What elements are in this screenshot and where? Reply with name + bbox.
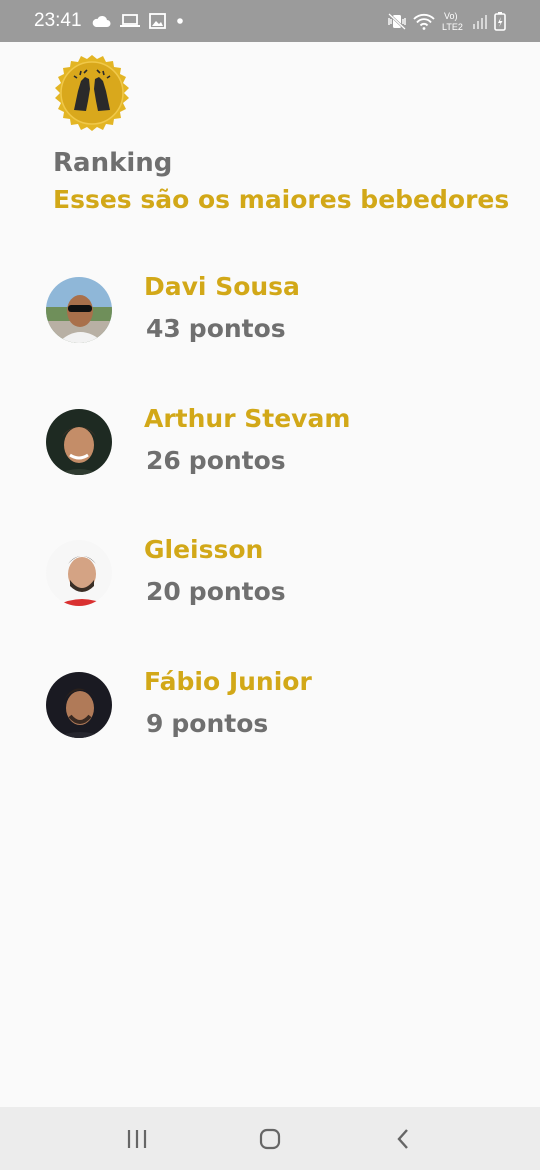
cloud-icon <box>91 14 111 28</box>
home-icon[interactable] <box>250 1119 290 1159</box>
signal-icon <box>473 13 487 30</box>
player-name: Fábio Junior <box>144 666 312 696</box>
image-icon <box>148 13 166 29</box>
svg-text:Vo): Vo) <box>444 11 458 21</box>
points-unit: pontos <box>171 708 269 738</box>
points-unit: pontos <box>188 577 286 606</box>
back-icon[interactable] <box>383 1119 423 1159</box>
player-name: Gleisson <box>144 535 264 564</box>
ranking-list: Davi Sousa 43 pontos Arthur Stevam 26 pont… <box>0 262 540 788</box>
points-unit: pontos <box>188 314 286 343</box>
ranking-item[interactable]: Gleisson 20 pontos <box>0 525 540 657</box>
navigation-bar <box>0 1107 540 1170</box>
recent-apps-icon[interactable] <box>117 1119 157 1159</box>
avatar <box>46 277 112 343</box>
avatar <box>46 408 112 475</box>
laptop-icon <box>119 14 140 28</box>
points-value: 20 <box>146 577 181 606</box>
status-time: 23:41 <box>34 10 82 31</box>
player-points: 43 pontos <box>146 314 286 343</box>
player-name: Davi Sousa <box>144 272 300 301</box>
ranking-item[interactable]: Fábio Junior 9 pontos <box>0 657 540 789</box>
player-name: Arthur Stevam <box>144 403 351 433</box>
ranking-item[interactable]: Davi Sousa 43 pontos <box>0 262 540 394</box>
avatar <box>46 540 112 606</box>
points-value: 43 <box>146 314 181 343</box>
player-points: 26 pontos <box>146 446 286 475</box>
volte-icon: Vo) LTE2 <box>442 10 466 32</box>
player-points: 9 pontos <box>146 709 268 738</box>
player-points: 20 pontos <box>146 577 286 606</box>
page-title: Ranking <box>53 148 173 178</box>
dot-icon <box>175 16 185 26</box>
mute-vibrate-icon <box>388 12 406 30</box>
page-subtitle: Esses são os maiores bebedores <box>53 185 510 214</box>
status-bar: 23:41 Vo) LTE2 <box>0 0 540 42</box>
points-unit: pontos <box>188 445 286 475</box>
status-right: Vo) LTE2 <box>388 10 506 32</box>
points-value: 9 <box>146 708 164 738</box>
beer-cheers-bottlecap-icon <box>52 53 132 133</box>
ranking-item[interactable]: Arthur Stevam 26 pontos <box>0 394 540 526</box>
status-left: 23:41 <box>34 10 185 32</box>
wifi-icon <box>413 13 435 30</box>
points-value: 26 <box>146 445 181 475</box>
svg-text:LTE2: LTE2 <box>442 22 463 32</box>
avatar <box>46 671 112 738</box>
battery-icon <box>494 11 506 31</box>
